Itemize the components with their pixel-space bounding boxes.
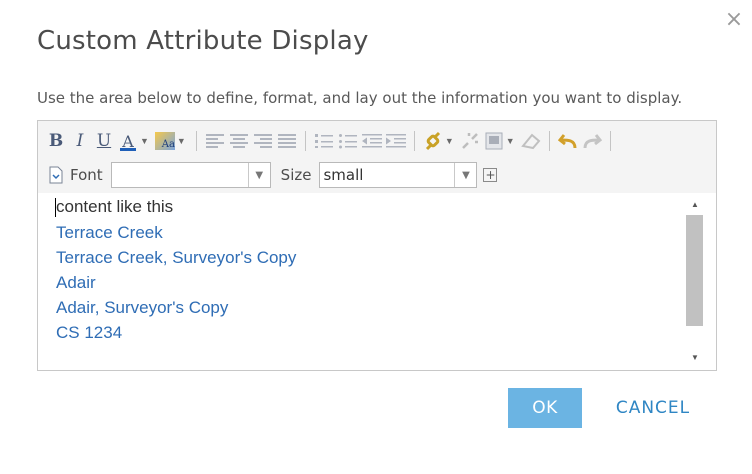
scroll-up-arrow-icon[interactable]: ▲ [685,195,705,213]
bullet-list-icon [338,134,357,149]
font-select[interactable]: ▼ [110,162,271,188]
insert-image-button[interactable] [484,129,504,153]
undo-button[interactable] [557,129,578,153]
font-color-icon: A [120,131,136,151]
toolbar-row-formatting: B I U A ▼ Aa ▼ ▼ ▼ [46,128,619,154]
source-icon [49,166,63,184]
numbered-list-button[interactable] [314,129,334,153]
chevron-down-icon[interactable]: ▼ [454,163,476,187]
insert-image-icon [485,132,503,150]
source-button[interactable] [46,163,66,187]
content-line: CS 1234 [56,323,123,342]
font-color-dropdown-icon[interactable]: ▼ [140,136,149,146]
rich-text-editor: B I U A ▼ Aa ▼ ▼ ▼ Font ▼ Size small ▼ +… [37,120,717,371]
toolbar-row-font: Font ▼ Size small ▼ + [46,162,498,188]
size-label: Size [280,166,312,184]
dialog-title: Custom Attribute Display [37,26,369,56]
italic-icon: I [76,131,84,151]
align-left-button[interactable] [205,129,225,153]
bold-icon: B [48,131,64,151]
custom-attribute-display-dialog: × Custom Attribute Display Use the area … [0,0,752,474]
outdent-icon [361,134,382,148]
link-button[interactable] [423,129,443,153]
underline-button[interactable]: U [94,129,114,153]
toolbar-separator [413,131,415,151]
content-line: Adair, Surveyor's Copy [56,298,229,317]
bullet-list-button[interactable] [338,129,358,153]
eraser-button[interactable] [520,129,541,153]
redo-icon [583,134,602,149]
toolbar-separator [609,131,611,151]
highlight-dropdown-icon[interactable]: ▼ [177,136,186,146]
outdent-button[interactable] [361,129,382,153]
numbered-list-icon [314,134,333,148]
close-icon[interactable]: × [722,9,746,33]
align-center-icon [229,134,248,148]
toolbar-separator [195,131,197,151]
toolbar-separator [304,131,306,151]
highlight-color-icon: Aa [154,132,175,150]
scroll-down-arrow-icon[interactable]: ▼ [685,348,705,366]
align-left-icon [205,134,224,148]
content-line: content like this [55,196,686,220]
unlink-icon [461,133,478,149]
chevron-down-icon[interactable]: ▼ [247,163,270,187]
link-dropdown-icon[interactable]: ▼ [445,136,454,146]
highlight-color-button[interactable]: Aa [154,129,175,153]
unlink-button[interactable] [460,129,480,153]
redo-button[interactable] [582,129,602,153]
cancel-button[interactable]: CANCEL [604,388,702,428]
font-color-button[interactable]: A [118,129,138,153]
dialog-description: Use the area below to define, format, an… [37,89,683,107]
toolbar-separator [548,131,550,151]
vertical-scrollbar[interactable]: ▲ ▼ [685,193,705,370]
italic-button[interactable]: I [70,129,90,153]
indent-icon [385,134,406,148]
justify-icon [277,134,296,148]
link-icon [425,131,440,151]
bold-button[interactable]: B [46,129,66,153]
align-right-icon [253,134,272,148]
align-center-button[interactable] [229,129,249,153]
align-right-button[interactable] [253,129,273,153]
content-line: Terrace Creek [56,223,163,242]
editor-content-area[interactable]: content like this Terrace Creek Terrace … [38,193,686,370]
content-line: Terrace Creek, Surveyor's Copy [56,248,297,267]
underline-icon: U [96,131,112,151]
indent-button[interactable] [385,129,406,153]
expand-plus-icon[interactable]: + [483,168,498,182]
editor-toolbar: B I U A ▼ Aa ▼ ▼ ▼ Font ▼ Size small ▼ + [38,121,716,193]
font-label: Font [70,166,103,184]
content-line: Adair [56,273,96,292]
size-select[interactable]: small ▼ [319,162,478,188]
size-select-value: small [323,166,364,184]
insert-image-dropdown-icon[interactable]: ▼ [506,136,515,146]
eraser-icon [520,133,541,150]
undo-icon [557,134,577,149]
ok-button[interactable]: OK [508,388,582,428]
scrollbar-thumb[interactable] [686,215,703,326]
justify-button[interactable] [277,129,297,153]
